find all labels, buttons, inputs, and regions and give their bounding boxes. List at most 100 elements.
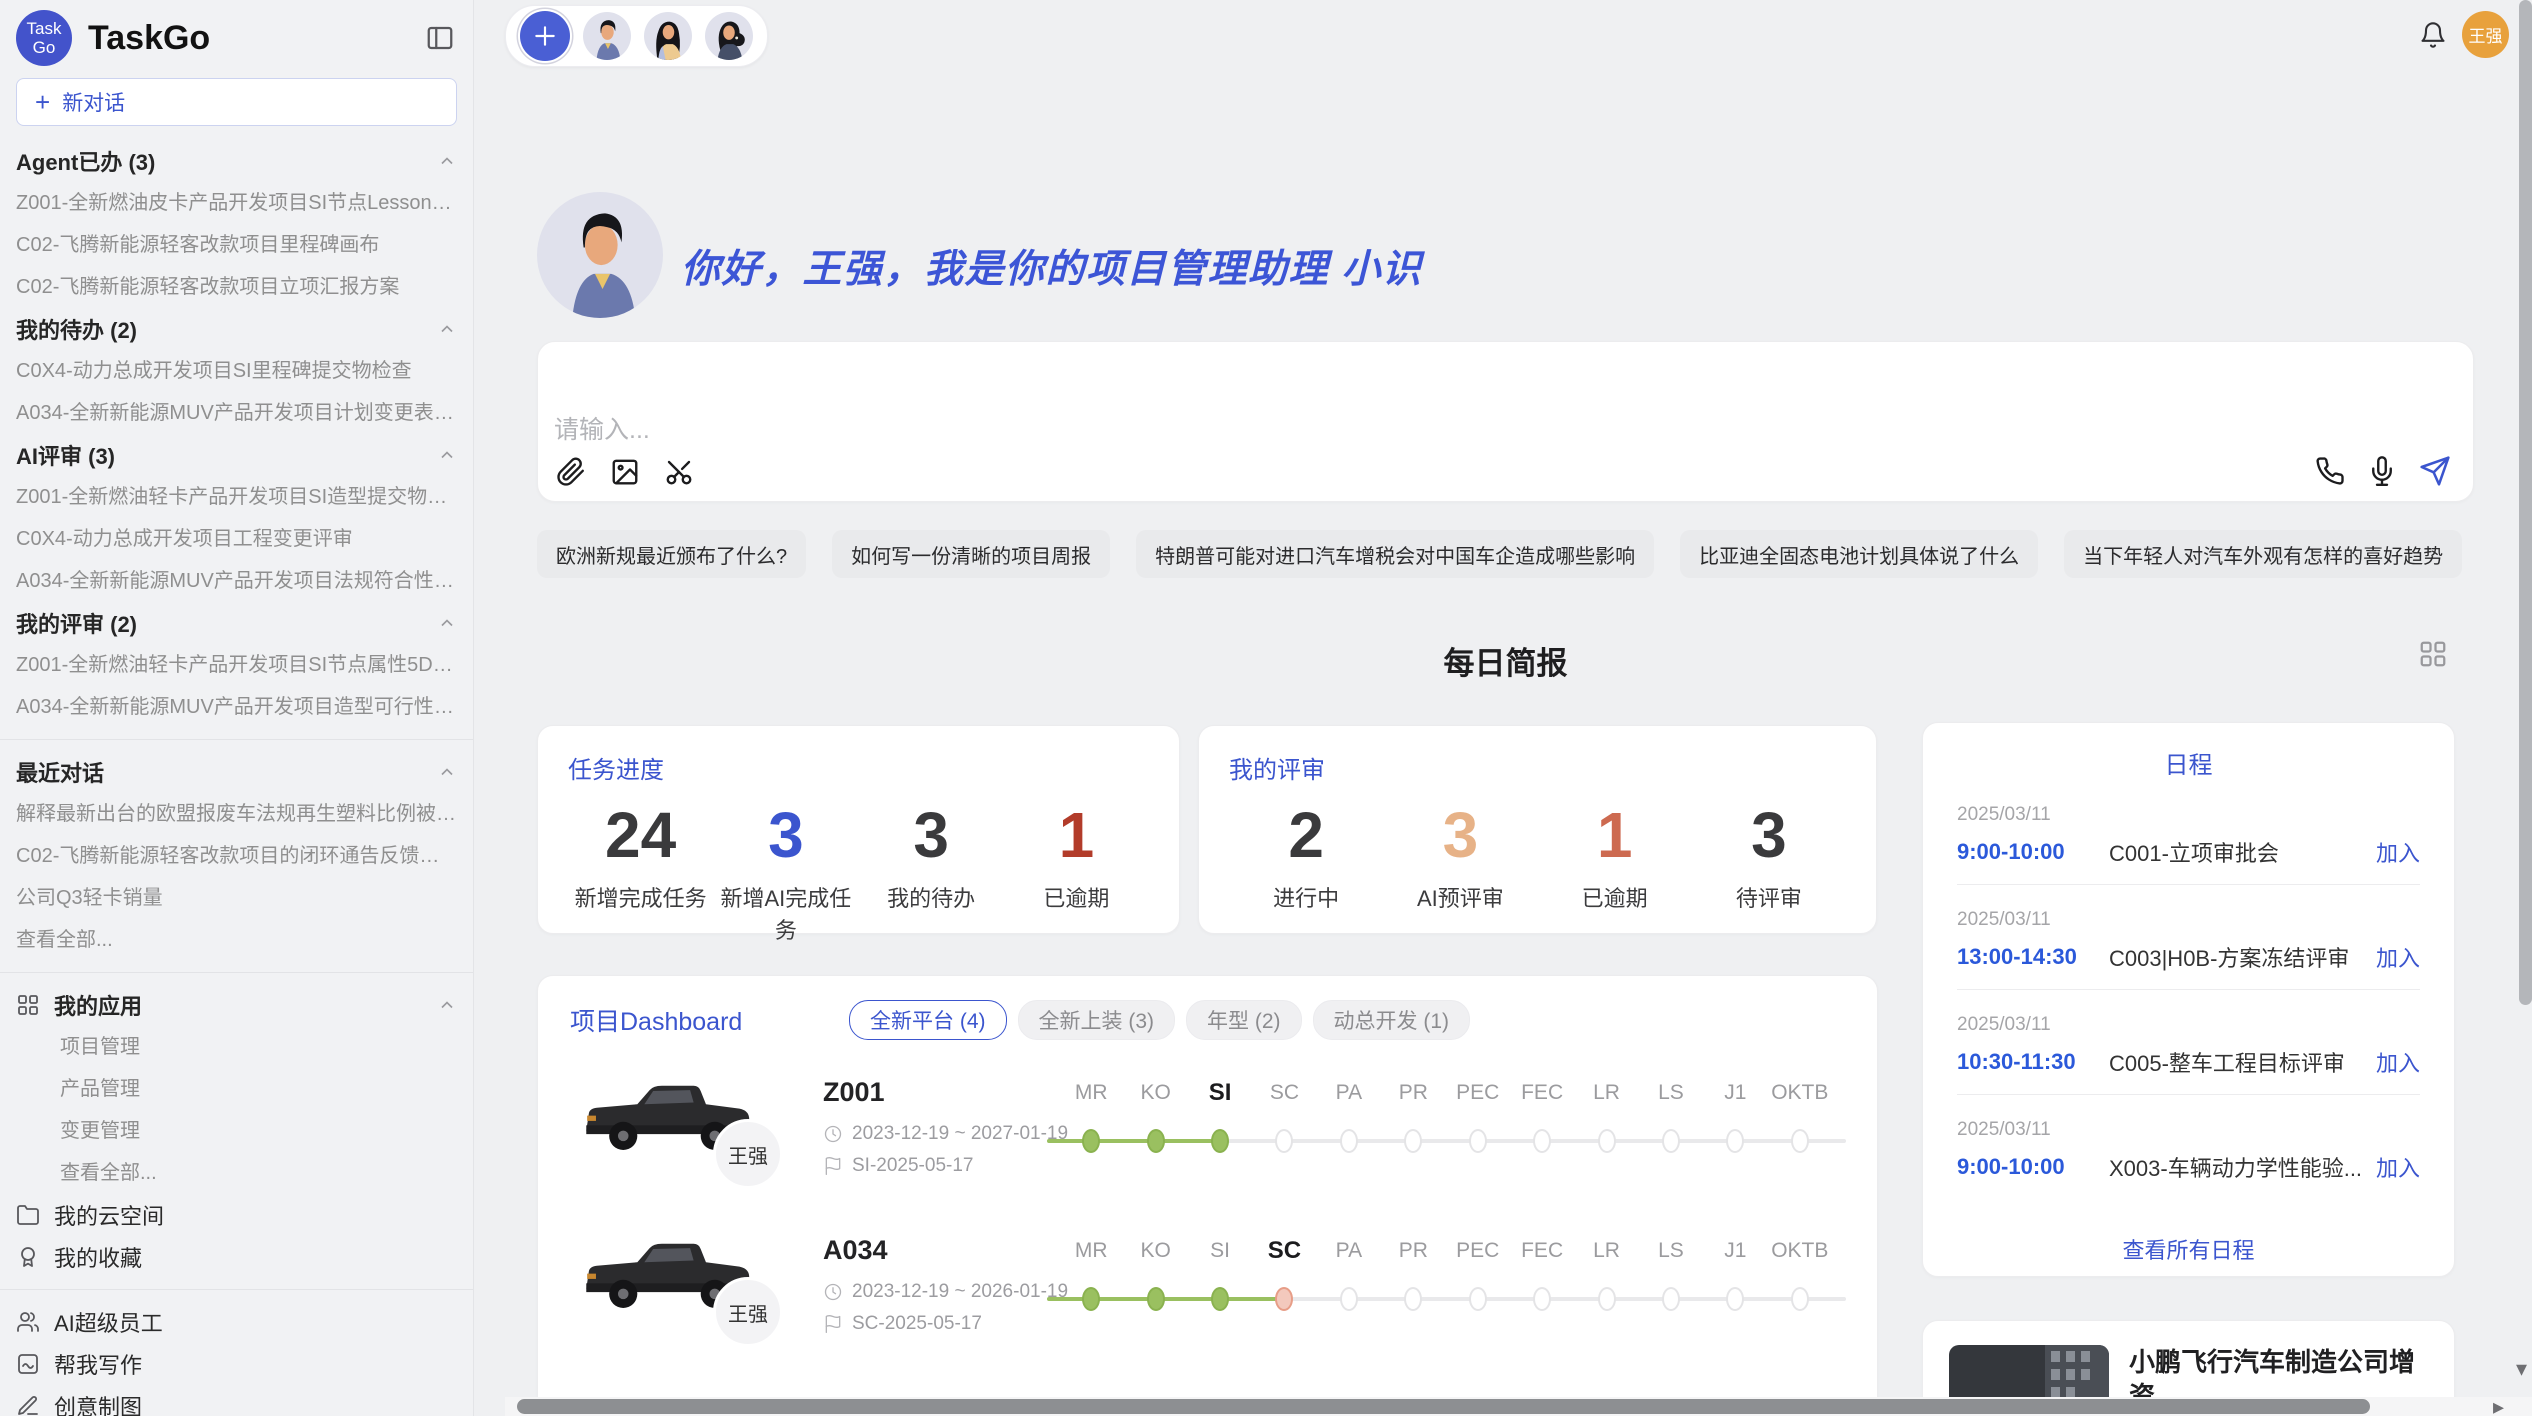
sidebar-section-ai-review[interactable]: AI评审 (3)	[16, 434, 457, 476]
sidebar-collapse-icon[interactable]	[425, 23, 455, 53]
project-date-range: 2023-12-19 ~ 2027-01-19	[852, 1123, 1068, 1145]
composer-right-actions	[2315, 455, 2451, 487]
image-icon[interactable]	[610, 457, 640, 487]
project-row-z001[interactable]: 王强 Z001 2023-12-19 ~ 2027-01-19 SI-2025-…	[538, 1067, 1877, 1217]
sidebar-item[interactable]: A034-全新新能源MUV产品开发项目造型可行性评审	[16, 686, 457, 728]
user-avatar[interactable]: 王强	[2462, 11, 2509, 58]
tab-powertrain[interactable]: 动总开发 (1)	[1313, 1000, 1471, 1040]
composer-left-actions	[556, 457, 694, 487]
phone-call-icon[interactable]	[2315, 456, 2345, 486]
chevron-up-icon[interactable]	[437, 762, 457, 782]
divider	[0, 972, 473, 973]
schedule-date: 2025/03/11	[1957, 804, 2420, 826]
recent-chats-view-all[interactable]: 查看全部...	[16, 919, 457, 961]
suggestion-chip[interactable]: 当下年轻人对汽车外观有怎样的喜好趋势	[2064, 530, 2462, 578]
scissors-icon[interactable]	[664, 457, 694, 487]
sidebar-section-my-review[interactable]: 我的评审 (2)	[16, 602, 457, 644]
sidebar-item[interactable]: C0X4-动力总成开发项目工程变更评审	[16, 518, 457, 560]
sidebar-item[interactable]: C0X4-动力总成开发项目SI里程碑提交物检查	[16, 350, 457, 392]
horizontal-scrollbar-thumb[interactable]	[517, 1399, 2370, 1414]
sidebar-header: Task Go TaskGo	[16, 8, 457, 68]
chevron-up-icon[interactable]	[437, 613, 457, 633]
milestone-label: MR	[1059, 1081, 1123, 1105]
recent-chat-item[interactable]: 公司Q3轻卡销量	[16, 877, 457, 919]
sidebar-item-label: 我的收藏	[54, 1241, 142, 1273]
suggestion-chip[interactable]: 如何写一份清晰的项目周报	[832, 530, 1110, 578]
suggestion-chip[interactable]: 特朗普可能对进口汽车增税会对中国车企造成哪些影响	[1136, 530, 1654, 578]
assistant-avatar-1[interactable]	[583, 12, 631, 60]
sidebar-item[interactable]: Z001-全新燃油轻卡产品开发项目SI节点属性5D文件评审	[16, 644, 457, 686]
chevron-up-icon[interactable]	[437, 151, 457, 171]
divider	[0, 1289, 473, 1290]
join-meeting-link[interactable]: 加入	[2376, 941, 2420, 973]
sidebar-item-ai-super-staff[interactable]: AI超级员工	[16, 1301, 457, 1343]
sidebar: Task Go TaskGo + 新对话 Agent已办 (3) Z001-全新…	[0, 0, 474, 1416]
schedule-title: 日程	[1957, 745, 2420, 780]
new-chat-label: 新对话	[62, 87, 125, 117]
milestone-label: J1	[1703, 1081, 1767, 1105]
recent-chat-item[interactable]: C02-飞腾新能源轻客改款项目的闭环通告反馈情况	[16, 835, 457, 877]
message-input[interactable]	[554, 342, 2204, 514]
sidebar-item[interactable]: C02-飞腾新能源轻客改款项目立项汇报方案	[16, 266, 457, 308]
app-item-project-management[interactable]: 项目管理	[16, 1026, 457, 1068]
join-meeting-link[interactable]: 加入	[2376, 1151, 2420, 1183]
milestone-label: LR	[1574, 1081, 1638, 1105]
sidebar-item-help-me-write[interactable]: 帮我写作	[16, 1343, 457, 1385]
task-progress-card: 任务进度 24新增完成任务 3新增AI完成任务 3我的待办 1已逾期	[537, 725, 1180, 934]
sidebar-item[interactable]: C02-飞腾新能源轻客改款项目里程碑画布	[16, 224, 457, 266]
milestone-label: PEC	[1445, 1081, 1509, 1105]
tab-model-year[interactable]: 年型 (2)	[1186, 1000, 1302, 1040]
sidebar-section-recent-chats[interactable]: 最近对话	[16, 751, 457, 793]
milestone-label: KO	[1123, 1081, 1187, 1105]
sidebar-item[interactable]: Z001-全新燃油皮卡产品开发项目SI节点Lesson Learn报告	[16, 182, 457, 224]
sidebar-item[interactable]: A034-全新新能源MUV产品开发项目计划变更表编写	[16, 392, 457, 434]
assistant-avatar-2[interactable]	[644, 12, 692, 60]
session-avatar-bar	[505, 5, 768, 67]
sidebar-item-cloud-space[interactable]: 我的云空间	[16, 1194, 457, 1236]
microphone-icon[interactable]	[2367, 456, 2397, 486]
sidebar-item[interactable]: Z001-全新燃油轻卡产品开发项目SI造型提交物评审	[16, 476, 457, 518]
sidebar-section-agent-done[interactable]: Agent已办 (3)	[16, 140, 457, 182]
sidebar-item-favorites[interactable]: 我的收藏	[16, 1236, 457, 1278]
scroll-down-arrow[interactable]: ▾	[2516, 1356, 2527, 1382]
milestone-label: SI	[1188, 1239, 1252, 1263]
tab-new-body[interactable]: 全新上装 (3)	[1018, 1000, 1176, 1040]
divider	[0, 739, 473, 740]
project-row-a034[interactable]: 王强 A034 2023-12-19 ~ 2026-01-19 SC-2025-…	[538, 1225, 1877, 1375]
sidebar-item[interactable]: A034-全新新能源MUV产品开发项目法规符合性评审	[16, 560, 457, 602]
vertical-scrollbar-thumb[interactable]	[2519, 0, 2532, 1005]
join-meeting-link[interactable]: 加入	[2376, 1046, 2420, 1078]
project-date-range: 2023-12-19 ~ 2026-01-19	[852, 1281, 1068, 1303]
my-reviews-card: 我的评审 2进行中 3AI预评审 1已逾期 3待评审	[1198, 725, 1877, 934]
briefing-layout-icon[interactable]	[2418, 639, 2448, 669]
project-owner-badge: 王强	[713, 1119, 783, 1189]
milestone-label: PA	[1317, 1081, 1381, 1105]
send-icon[interactable]	[2419, 455, 2451, 487]
join-meeting-link[interactable]: 加入	[2376, 836, 2420, 868]
sidebar-section-my-todo[interactable]: 我的待办 (2)	[16, 308, 457, 350]
attachment-icon[interactable]	[556, 457, 586, 487]
app-item-change-management[interactable]: 变更管理	[16, 1110, 457, 1152]
suggestion-chip[interactable]: 比亚迪全固态电池计划具体说了什么	[1680, 530, 2038, 578]
clock-icon	[823, 1124, 843, 1144]
new-chat-button[interactable]: + 新对话	[16, 78, 457, 126]
apps-view-all[interactable]: 查看全部...	[16, 1152, 457, 1194]
sidebar-item-label: 我的云空间	[54, 1199, 164, 1231]
sidebar-item-creative-drawing[interactable]: 创意制图	[16, 1385, 457, 1416]
new-session-button[interactable]	[520, 11, 570, 61]
tab-new-platform[interactable]: 全新平台 (4)	[849, 1000, 1007, 1040]
chevron-up-icon[interactable]	[437, 445, 457, 465]
sidebar-section-my-apps[interactable]: 我的应用	[16, 984, 457, 1026]
chevron-up-icon[interactable]	[437, 319, 457, 339]
app-item-product-management[interactable]: 产品管理	[16, 1068, 457, 1110]
section-title: AI评审 (3)	[16, 439, 115, 471]
chevron-up-icon[interactable]	[437, 995, 457, 1015]
suggestion-chip[interactable]: 欧洲新规最近颁布了什么?	[537, 530, 806, 578]
stat-my-todo: 3我的待办	[859, 795, 1004, 945]
assistant-avatar-3[interactable]	[705, 12, 753, 60]
scroll-right-arrow[interactable]: ▸	[2493, 1394, 2504, 1416]
notification-bell-icon[interactable]	[2419, 21, 2447, 49]
schedule-date: 2025/03/11	[1957, 1119, 2420, 1141]
recent-chat-item[interactable]: 解释最新出台的欧盟报废车法规再生塑料比例被调至15%...	[16, 793, 457, 835]
view-all-schedules-link[interactable]: 查看所有日程	[1957, 1233, 2420, 1265]
